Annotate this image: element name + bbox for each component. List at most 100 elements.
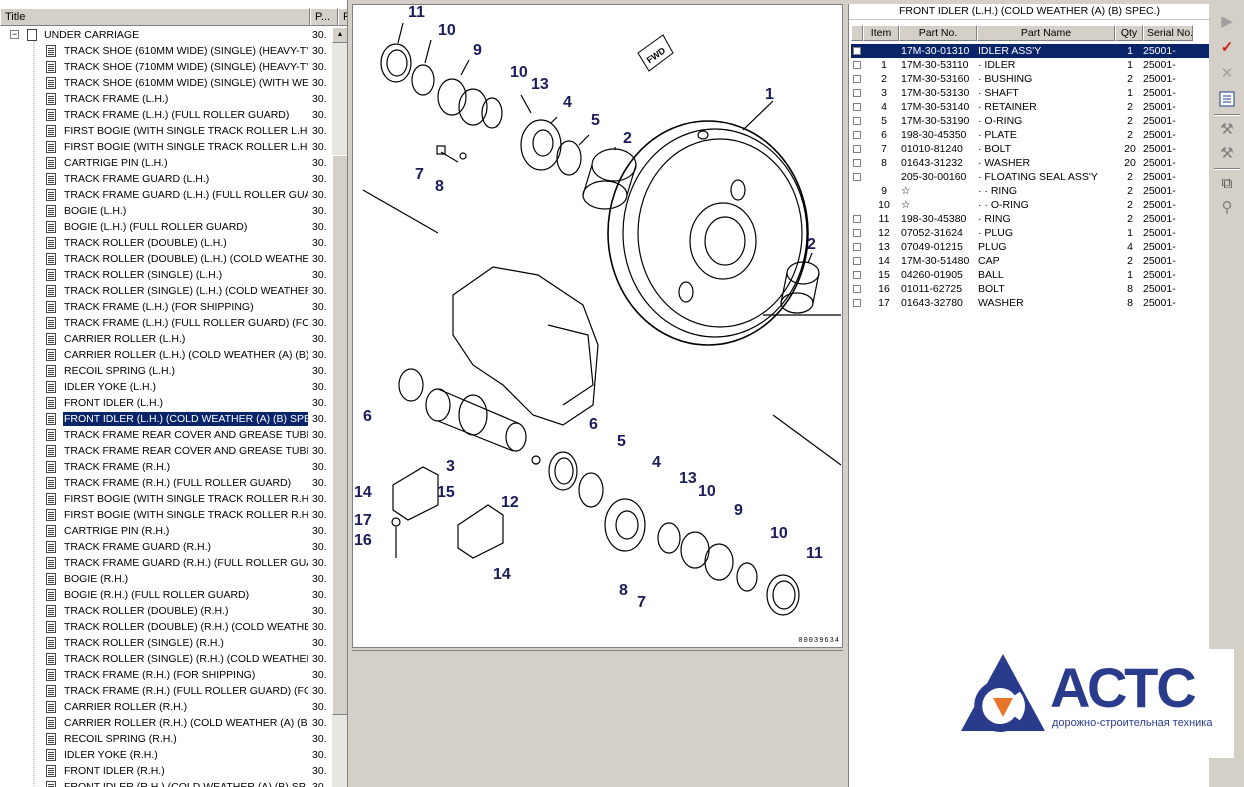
row-checkbox[interactable] — [853, 103, 861, 111]
tree-item[interactable]: TRACK ROLLER (DOUBLE) (R.H.) (COLD WEATH… — [0, 619, 332, 635]
tree-item[interactable]: BOGIE (L.H.) 30. — [0, 203, 332, 219]
tree-item[interactable]: BOGIE (R.H.) (FULL ROLLER GUARD) 30. — [0, 587, 332, 603]
tree-column-serial[interactable]: P... — [310, 8, 338, 26]
callout-number[interactable]: 9 — [734, 502, 743, 519]
callout-number[interactable]: 4 — [563, 94, 572, 111]
row-checkbox[interactable] — [853, 117, 861, 125]
callout-number[interactable]: 7 — [637, 594, 646, 611]
row-checkbox[interactable] — [853, 257, 861, 265]
tree-item[interactable]: FRONT IDLER (L.H.) (COLD WEATHER (A) (B)… — [0, 411, 332, 427]
tree-item[interactable]: TRACK SHOE (710MM WIDE) (SINGLE) (HEAVY-… — [0, 59, 332, 75]
callout-number[interactable]: 12 — [501, 494, 519, 511]
callout-number[interactable]: 16 — [354, 532, 372, 549]
callout-number[interactable]: 6 — [589, 416, 598, 433]
parts-row[interactable]: 6 198-30-45350 · PLATE 2 25001- — [851, 128, 1209, 142]
row-checkbox[interactable] — [853, 159, 861, 167]
tree-item[interactable]: TRACK ROLLER (DOUBLE) (R.H.) 30. — [0, 603, 332, 619]
tree-item[interactable]: TRACK FRAME GUARD (R.H.) (FULL ROLLER GU… — [0, 555, 332, 571]
tree-item[interactable]: TRACK FRAME (R.H.) (FULL ROLLER GUARD) (… — [0, 683, 332, 699]
tree-item[interactable]: CARRIER ROLLER (L.H.) 30. — [0, 331, 332, 347]
parts-row[interactable]: 4 17M-30-53140 · RETAINER 2 25001- — [851, 100, 1209, 114]
callout-number[interactable]: 9 — [473, 42, 482, 59]
row-checkbox[interactable] — [853, 285, 861, 293]
parts-row[interactable]: 10 ☆ · · O-RING 2 25001- — [851, 198, 1209, 212]
tree-item[interactable]: FRONT IDLER (R.H.) 30. — [0, 763, 332, 779]
callout-number[interactable]: 4 — [652, 454, 661, 471]
tools-icon[interactable]: ⚒ — [1215, 118, 1239, 140]
parts-row[interactable]: 17M-30-01310 IDLER ASS'Y 1 25001- — [851, 44, 1209, 58]
tree-item[interactable]: TRACK FRAME GUARD (L.H.) 30. — [0, 171, 332, 187]
tree-item[interactable]: CARRIER ROLLER (R.H.) 30. — [0, 699, 332, 715]
tree-item[interactable]: CARTRIGE PIN (R.H.) 30. — [0, 523, 332, 539]
tree-item[interactable]: RECOIL SPRING (L.H.) 30. — [0, 363, 332, 379]
row-checkbox[interactable] — [853, 75, 861, 83]
column-qty[interactable]: Qty — [1115, 25, 1143, 41]
parts-row[interactable]: 12 07052-31624 · PLUG 1 25001- — [851, 226, 1209, 240]
tree-item[interactable]: TRACK FRAME GUARD (L.H.) (FULL ROLLER GU… — [0, 187, 332, 203]
parts-row[interactable]: 15 04260-01905 BALL 1 25001- — [851, 268, 1209, 282]
callout-number[interactable]: 13 — [679, 470, 697, 487]
parts-row[interactable]: 2 17M-30-53160 · BUSHING 2 25001- — [851, 72, 1209, 86]
callout-number[interactable]: 5 — [591, 112, 600, 129]
callout-number[interactable]: 10 — [770, 525, 788, 542]
tree-item[interactable]: TRACK FRAME REAR COVER AND GREASE TUBE (… — [0, 443, 332, 459]
tools-alt-icon[interactable]: ⚒ — [1215, 142, 1239, 164]
tree-item[interactable]: FIRST BOGIE (WITH SINGLE TRACK ROLLER L.… — [0, 139, 332, 155]
callout-number[interactable]: 11 — [806, 545, 823, 562]
row-checkbox[interactable] — [853, 271, 861, 279]
binoculars-icon[interactable]: ⧉ — [1215, 172, 1239, 194]
parts-row[interactable]: 13 07049-01215 PLUG 4 25001- — [851, 240, 1209, 254]
callout-number[interactable]: 15 — [437, 484, 455, 501]
callout-number[interactable]: 3 — [446, 458, 455, 475]
tree-item[interactable]: TRACK ROLLER (SINGLE) (R.H.) 30. — [0, 635, 332, 651]
parts-row[interactable]: 1 17M-30-53110 · IDLER 1 25001- — [851, 58, 1209, 72]
callout-number[interactable]: 11 — [408, 5, 425, 21]
parts-row[interactable]: 205-30-00160 · FLOATING SEAL ASS'Y 2 25001- — [851, 170, 1209, 184]
column-check[interactable] — [851, 25, 863, 41]
tree-item[interactable]: TRACK FRAME (L.H.) (FULL ROLLER GUARD) (… — [0, 315, 332, 331]
tree-column-title[interactable]: Title — [0, 8, 310, 26]
close-icon[interactable]: ✕ — [1215, 62, 1239, 84]
tree-item[interactable]: TRACK ROLLER (SINGLE) (R.H.) (COLD WEATH… — [0, 651, 332, 667]
callout-number[interactable]: 5 — [617, 433, 626, 450]
tree-item[interactable]: IDLER YOKE (L.H.) 30. — [0, 379, 332, 395]
callout-number[interactable]: 10 — [438, 22, 456, 39]
checkmark-icon[interactable]: ✓ — [1215, 36, 1239, 58]
tree-item[interactable]: BOGIE (R.H.) 30. — [0, 571, 332, 587]
tree-item[interactable]: TRACK FRAME (L.H.) 30. — [0, 91, 332, 107]
parts-row[interactable]: 14 17M-30-51480 CAP 2 25001- — [851, 254, 1209, 268]
parts-row[interactable]: 7 01010-81240 · BOLT 20 25001- — [851, 142, 1209, 156]
callout-number[interactable]: 14 — [493, 566, 511, 583]
tree-item[interactable]: IDLER YOKE (R.H.) 30. — [0, 747, 332, 763]
tree-item[interactable]: FIRST BOGIE (WITH SINGLE TRACK ROLLER R.… — [0, 507, 332, 523]
tree-item[interactable]: FRONT IDLER (L.H.) 30. — [0, 395, 332, 411]
tree-item[interactable]: TRACK FRAME (L.H.) (FOR SHIPPING) 30. — [0, 299, 332, 315]
scroll-up-icon[interactable]: ▲ — [332, 27, 347, 43]
tree-item[interactable]: CARRIER ROLLER (L.H.) (COLD WEATHER (A) … — [0, 347, 332, 363]
tree-item[interactable]: TRACK FRAME GUARD (R.H.) 30. — [0, 539, 332, 555]
column-item[interactable]: Item — [863, 25, 899, 41]
callout-number[interactable]: 7 — [415, 166, 424, 183]
tree-item[interactable]: FIRST BOGIE (WITH SINGLE TRACK ROLLER R.… — [0, 491, 332, 507]
tree-item[interactable]: TRACK ROLLER (DOUBLE) (L.H.) 30. — [0, 235, 332, 251]
callout-number[interactable]: 10 — [510, 64, 528, 81]
row-checkbox[interactable] — [853, 173, 861, 181]
tree-item[interactable]: TRACK SHOE (610MM WIDE) (SINGLE) (HEAVY-… — [0, 43, 332, 59]
row-checkbox[interactable] — [853, 131, 861, 139]
callout-number[interactable]: 14 — [354, 484, 372, 501]
tree-item[interactable]: TRACK ROLLER (SINGLE) (L.H.) 30. — [0, 267, 332, 283]
callout-number[interactable]: 10 — [698, 483, 716, 500]
parts-row[interactable]: 3 17M-30-53130 · SHAFT 1 25001- — [851, 86, 1209, 100]
tree-item[interactable]: TRACK SHOE (610MM WIDE) (SINGLE) (WITH W… — [0, 75, 332, 91]
callout-number[interactable]: 1 — [765, 86, 774, 103]
tree-item[interactable]: RECOIL SPRING (R.H.) 30. — [0, 731, 332, 747]
tree-item[interactable]: TRACK FRAME (R.H.) (FULL ROLLER GUARD) 30… — [0, 475, 332, 491]
tree-item[interactable]: TRACK ROLLER (DOUBLE) (L.H.) (COLD WEATH… — [0, 251, 332, 267]
zoom-icon[interactable]: ⚲ — [1215, 196, 1239, 218]
callout-number[interactable]: 2 — [623, 130, 632, 147]
column-part-name[interactable]: Part Name — [977, 25, 1115, 41]
callout-number[interactable]: 2 — [807, 236, 816, 253]
tree-item[interactable]: TRACK FRAME (L.H.) (FULL ROLLER GUARD) 30… — [0, 107, 332, 123]
tree-item[interactable]: TRACK FRAME REAR COVER AND GREASE TUBE (… — [0, 427, 332, 443]
parts-row[interactable]: 17 01643-32780 WASHER 8 25001- — [851, 296, 1209, 310]
